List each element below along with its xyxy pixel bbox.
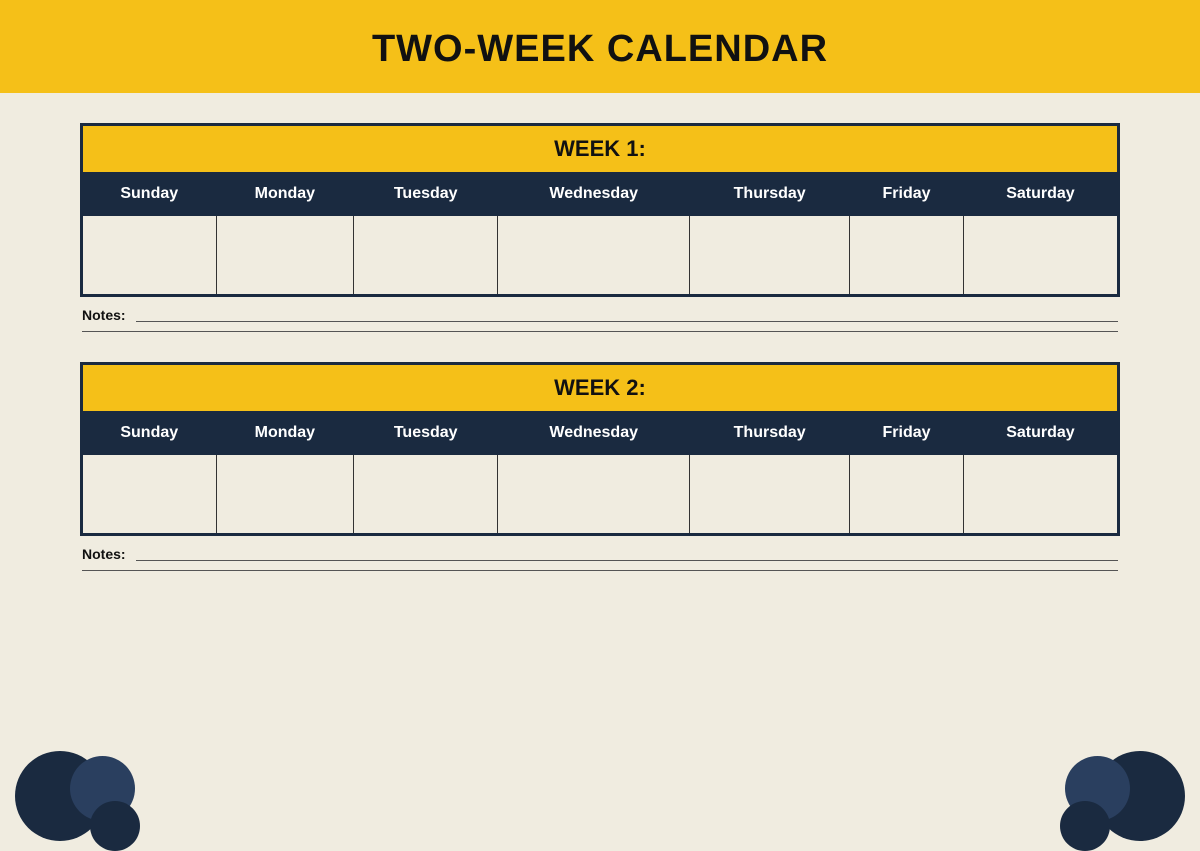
main-content: WEEK 1: Sunday Monday Tuesday Wednesday … [0, 93, 1200, 621]
week2-days-row: Sunday Monday Tuesday Wednesday Thursday… [82, 412, 1119, 455]
week2-friday-cell[interactable] [850, 455, 964, 535]
week1-tuesday-header: Tuesday [354, 173, 498, 216]
bl-circle3 [90, 801, 140, 851]
week1-days-row: Sunday Monday Tuesday Wednesday Thursday… [82, 173, 1119, 216]
week2-notes-line1: Notes: [82, 546, 1118, 562]
week2-notes-underline [136, 547, 1118, 561]
deco-bottom-left [0, 741, 160, 851]
week1-wednesday-header: Wednesday [498, 173, 690, 216]
week1-thursday-header: Thursday [690, 173, 850, 216]
week1-tuesday-cell[interactable] [354, 216, 498, 296]
week2-tuesday-cell[interactable] [354, 455, 498, 535]
week2-tuesday-header: Tuesday [354, 412, 498, 455]
week2-table: WEEK 2: Sunday Monday Tuesday Wednesday … [80, 362, 1120, 536]
week1-monday-cell[interactable] [216, 216, 354, 296]
week1-section: WEEK 1: Sunday Monday Tuesday Wednesday … [80, 123, 1120, 332]
week2-header-row: WEEK 2: [82, 364, 1119, 412]
week1-friday-cell[interactable] [850, 216, 964, 296]
week1-table: WEEK 1: Sunday Monday Tuesday Wednesday … [80, 123, 1120, 297]
deco-bottom-right [1040, 741, 1200, 851]
week2-saturday-header: Saturday [963, 412, 1118, 455]
week2-notes-line2 [82, 570, 1118, 571]
week2-thursday-cell[interactable] [690, 455, 850, 535]
week1-friday-header: Friday [850, 173, 964, 216]
week2-cells-row [82, 455, 1119, 535]
week2-thursday-header: Thursday [690, 412, 850, 455]
week2-wednesday-cell[interactable] [498, 455, 690, 535]
page-header: TWO-WEEK CALENDAR [0, 0, 1200, 93]
week2-monday-header: Monday [216, 412, 354, 455]
week1-notes-line1: Notes: [82, 307, 1118, 323]
week2-saturday-cell[interactable] [963, 455, 1118, 535]
week2-monday-cell[interactable] [216, 455, 354, 535]
week2-sunday-cell[interactable] [82, 455, 217, 535]
week1-sunday-header: Sunday [82, 173, 217, 216]
week2-notes-label: Notes: [82, 546, 126, 562]
page-title: TWO-WEEK CALENDAR [372, 28, 828, 70]
week1-saturday-header: Saturday [963, 173, 1118, 216]
week2-header-cell: WEEK 2: [82, 364, 1119, 412]
week1-saturday-cell[interactable] [963, 216, 1118, 296]
week1-thursday-cell[interactable] [690, 216, 850, 296]
week2-sunday-header: Sunday [82, 412, 217, 455]
week2-notes-section: Notes: [80, 546, 1120, 571]
week2-section: WEEK 2: Sunday Monday Tuesday Wednesday … [80, 362, 1120, 571]
week1-header-cell: WEEK 1: [82, 125, 1119, 173]
week2-friday-header: Friday [850, 412, 964, 455]
week1-sunday-cell[interactable] [82, 216, 217, 296]
week1-notes-underline [136, 308, 1118, 322]
week1-cells-row [82, 216, 1119, 296]
week1-notes-label: Notes: [82, 307, 126, 323]
br-circle3 [1060, 801, 1110, 851]
week1-notes-section: Notes: [80, 307, 1120, 332]
week1-monday-header: Monday [216, 173, 354, 216]
week1-wednesday-cell[interactable] [498, 216, 690, 296]
week1-header-row: WEEK 1: [82, 125, 1119, 173]
week1-notes-line2 [82, 331, 1118, 332]
week2-wednesday-header: Wednesday [498, 412, 690, 455]
